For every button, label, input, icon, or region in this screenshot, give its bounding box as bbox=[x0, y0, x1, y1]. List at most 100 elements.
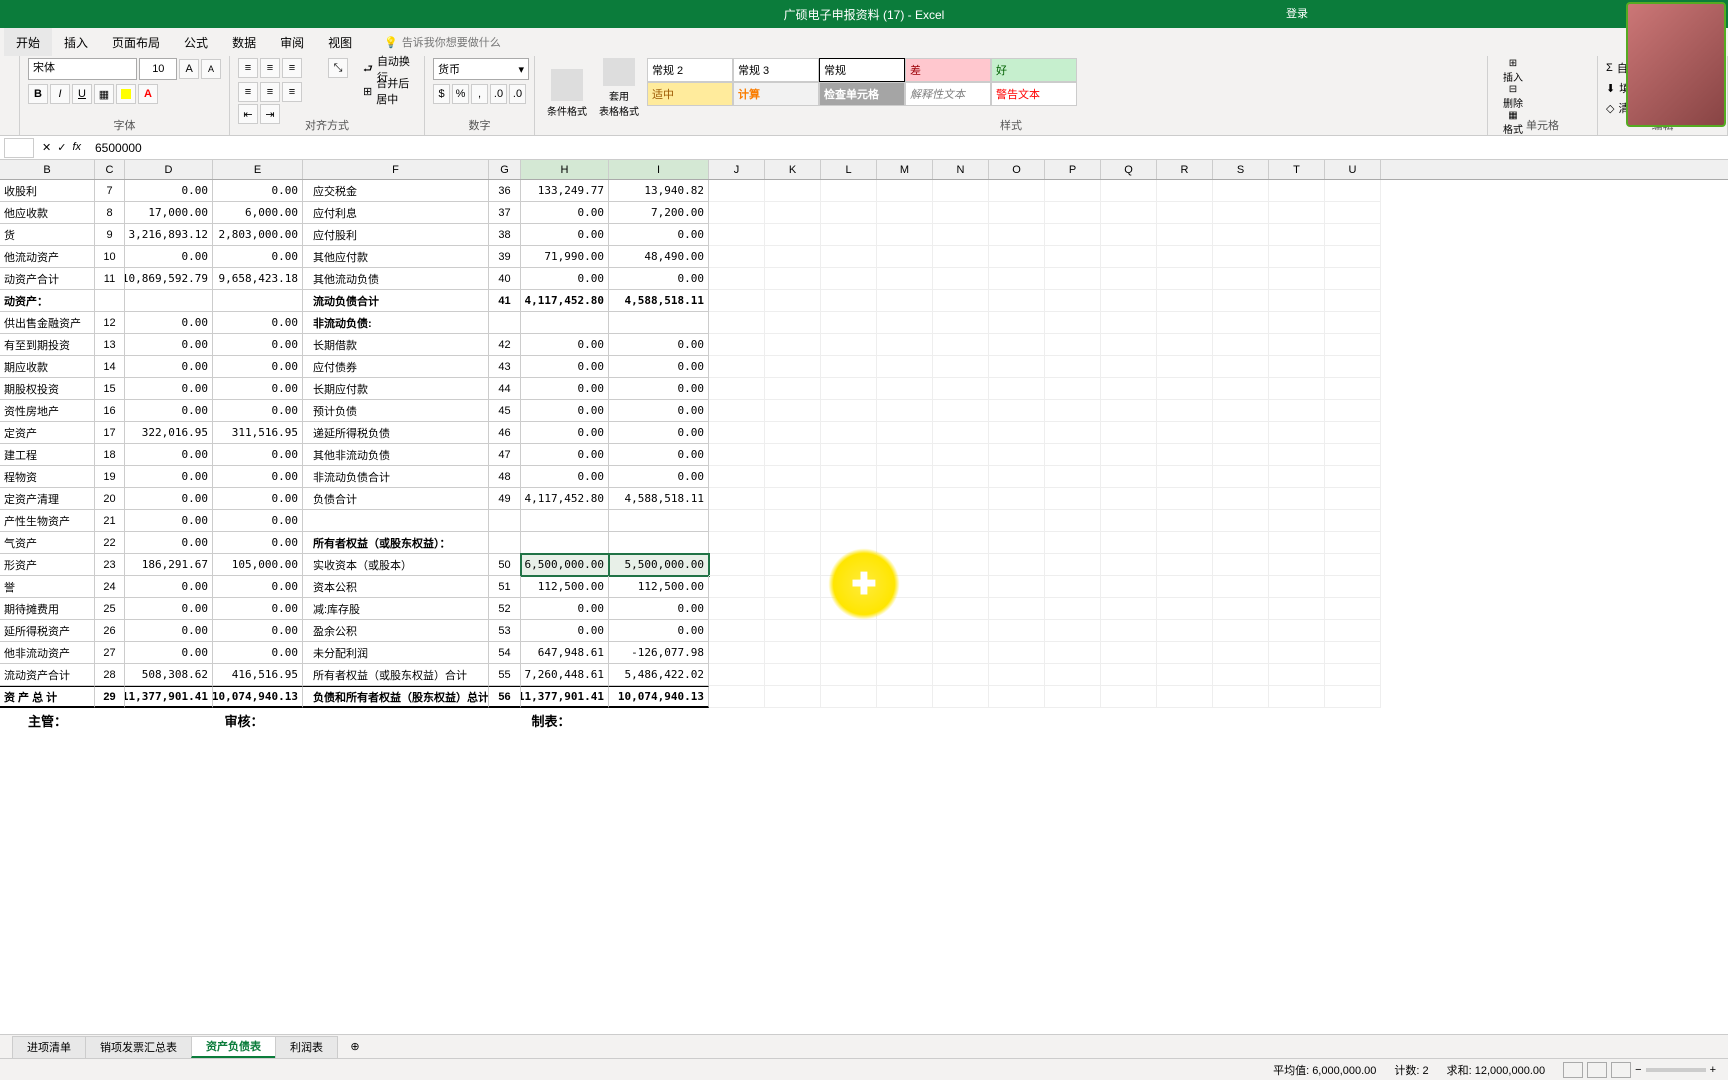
merge-center-button[interactable]: ⊞合并后居中 bbox=[358, 80, 416, 102]
cell[interactable]: 0.00 bbox=[521, 422, 609, 444]
cell[interactable]: 实收资本（或股本） bbox=[303, 554, 489, 576]
cell[interactable]: 0.00 bbox=[213, 620, 303, 642]
cell[interactable]: 28 bbox=[95, 664, 125, 686]
cell[interactable]: 4,117,452.80 bbox=[521, 488, 609, 510]
cell[interactable]: 0.00 bbox=[125, 334, 213, 356]
formula-input[interactable] bbox=[89, 138, 1728, 158]
cell[interactable]: 动资产： bbox=[0, 290, 95, 312]
page-break-view-button[interactable] bbox=[1611, 1062, 1631, 1078]
cell[interactable]: 7 bbox=[95, 180, 125, 202]
cell[interactable]: 0.00 bbox=[609, 224, 709, 246]
cell[interactable]: 0.00 bbox=[125, 642, 213, 664]
cell[interactable]: 非流动负债: bbox=[303, 312, 489, 334]
cell[interactable]: 0.00 bbox=[609, 378, 709, 400]
cell[interactable]: 长期借款 bbox=[303, 334, 489, 356]
zoom-slider[interactable] bbox=[1646, 1068, 1706, 1072]
cell[interactable]: 41 bbox=[489, 290, 521, 312]
menu-tab-5[interactable]: 审阅 bbox=[268, 28, 316, 56]
cell[interactable]: 17,000.00 bbox=[125, 202, 213, 224]
borders-button[interactable]: ▦ bbox=[94, 84, 114, 104]
cell[interactable]: 0.00 bbox=[521, 620, 609, 642]
cell[interactable]: 其他非流动负债 bbox=[303, 444, 489, 466]
sheet-tab[interactable]: 进项清单 bbox=[12, 1036, 86, 1058]
cell[interactable]: 他非流动资产 bbox=[0, 642, 95, 664]
column-header[interactable]: U bbox=[1325, 160, 1381, 179]
decrease-font-icon[interactable]: A bbox=[201, 59, 221, 79]
align-left-icon[interactable]: ≡ bbox=[238, 82, 258, 102]
column-header[interactable]: T bbox=[1269, 160, 1325, 179]
cell[interactable]: 盈余公积 bbox=[303, 620, 489, 642]
cell[interactable]: 0.00 bbox=[125, 246, 213, 268]
cell[interactable]: 递延所得税负债 bbox=[303, 422, 489, 444]
menu-tab-1[interactable]: 插入 bbox=[52, 28, 100, 56]
cell[interactable]: 112,500.00 bbox=[609, 576, 709, 598]
cell[interactable]: 416,516.95 bbox=[213, 664, 303, 686]
cell[interactable]: 21 bbox=[95, 510, 125, 532]
cell[interactable]: 0.00 bbox=[125, 466, 213, 488]
cell[interactable]: 定资产清理 bbox=[0, 488, 95, 510]
percent-format-button[interactable]: % bbox=[452, 84, 469, 104]
cell[interactable]: 0.00 bbox=[609, 400, 709, 422]
column-header[interactable]: R bbox=[1157, 160, 1213, 179]
menu-tab-0[interactable]: 开始 bbox=[4, 28, 52, 56]
cell[interactable]: 0.00 bbox=[521, 444, 609, 466]
style-cell[interactable]: 好 bbox=[991, 58, 1077, 82]
zoom-out-button[interactable]: − bbox=[1635, 1064, 1641, 1076]
align-top-icon[interactable]: ≡ bbox=[238, 58, 258, 78]
cell[interactable]: 0.00 bbox=[213, 312, 303, 334]
font-name-dropdown[interactable]: 宋体 bbox=[28, 58, 137, 80]
cell[interactable]: 0.00 bbox=[213, 598, 303, 620]
cell[interactable]: 51 bbox=[489, 576, 521, 598]
cell[interactable]: 所有者权益（或股东权益）合计 bbox=[303, 664, 489, 686]
cancel-icon[interactable]: ✕ bbox=[42, 141, 51, 154]
cell[interactable]: 11,377,901.41 bbox=[125, 686, 213, 708]
cell[interactable]: 48,490.00 bbox=[609, 246, 709, 268]
cell[interactable]: 0.00 bbox=[521, 334, 609, 356]
column-header[interactable]: P bbox=[1045, 160, 1101, 179]
cell[interactable]: 应付债券 bbox=[303, 356, 489, 378]
cell[interactable]: 0.00 bbox=[125, 400, 213, 422]
column-header[interactable]: S bbox=[1213, 160, 1269, 179]
column-header[interactable]: N bbox=[933, 160, 989, 179]
cell[interactable]: 建工程 bbox=[0, 444, 95, 466]
cell[interactable]: 24 bbox=[95, 576, 125, 598]
menu-tab-3[interactable]: 公式 bbox=[172, 28, 220, 56]
style-cell[interactable]: 常规 bbox=[819, 58, 905, 82]
cell[interactable]: 预计负债 bbox=[303, 400, 489, 422]
cell[interactable] bbox=[609, 312, 709, 334]
style-cell[interactable]: 解释性文本 bbox=[905, 82, 991, 106]
column-header[interactable]: D bbox=[125, 160, 213, 179]
cell[interactable]: 37 bbox=[489, 202, 521, 224]
column-header[interactable]: E bbox=[213, 160, 303, 179]
cell[interactable]: 定资产 bbox=[0, 422, 95, 444]
cell[interactable] bbox=[609, 510, 709, 532]
style-cell[interactable]: 常规 3 bbox=[733, 58, 819, 82]
cell[interactable]: 20 bbox=[95, 488, 125, 510]
cell[interactable]: 105,000.00 bbox=[213, 554, 303, 576]
cell[interactable]: 0.00 bbox=[125, 510, 213, 532]
cell[interactable]: 资本公积 bbox=[303, 576, 489, 598]
cell[interactable]: 0.00 bbox=[609, 268, 709, 290]
cell[interactable] bbox=[521, 510, 609, 532]
column-header[interactable]: K bbox=[765, 160, 821, 179]
cell[interactable]: 7,260,448.61 bbox=[521, 664, 609, 686]
increase-font-icon[interactable]: A bbox=[179, 59, 199, 79]
cell[interactable]: 8 bbox=[95, 202, 125, 224]
cell[interactable]: 程物资 bbox=[0, 466, 95, 488]
cell[interactable]: 18 bbox=[95, 444, 125, 466]
menu-tab-2[interactable]: 页面布局 bbox=[100, 28, 172, 56]
page-layout-view-button[interactable] bbox=[1587, 1062, 1607, 1078]
cell[interactable] bbox=[125, 290, 213, 312]
cell[interactable]: 动资产合计 bbox=[0, 268, 95, 290]
cell[interactable]: 7,200.00 bbox=[609, 202, 709, 224]
cell[interactable]: 4,588,518.11 bbox=[609, 488, 709, 510]
login-label[interactable]: 登录 bbox=[1286, 5, 1308, 21]
cell[interactable]: 10,074,940.13 bbox=[609, 686, 709, 708]
column-header[interactable]: Q bbox=[1101, 160, 1157, 179]
add-sheet-button[interactable]: ⊕ bbox=[343, 1040, 367, 1053]
cell[interactable]: 气资产 bbox=[0, 532, 95, 554]
cell[interactable]: 186,291.67 bbox=[125, 554, 213, 576]
cell[interactable]: 56 bbox=[489, 686, 521, 708]
sheet-tab[interactable]: 利润表 bbox=[275, 1036, 338, 1058]
conditional-formatting-button[interactable]: 条件格式 bbox=[543, 58, 591, 118]
